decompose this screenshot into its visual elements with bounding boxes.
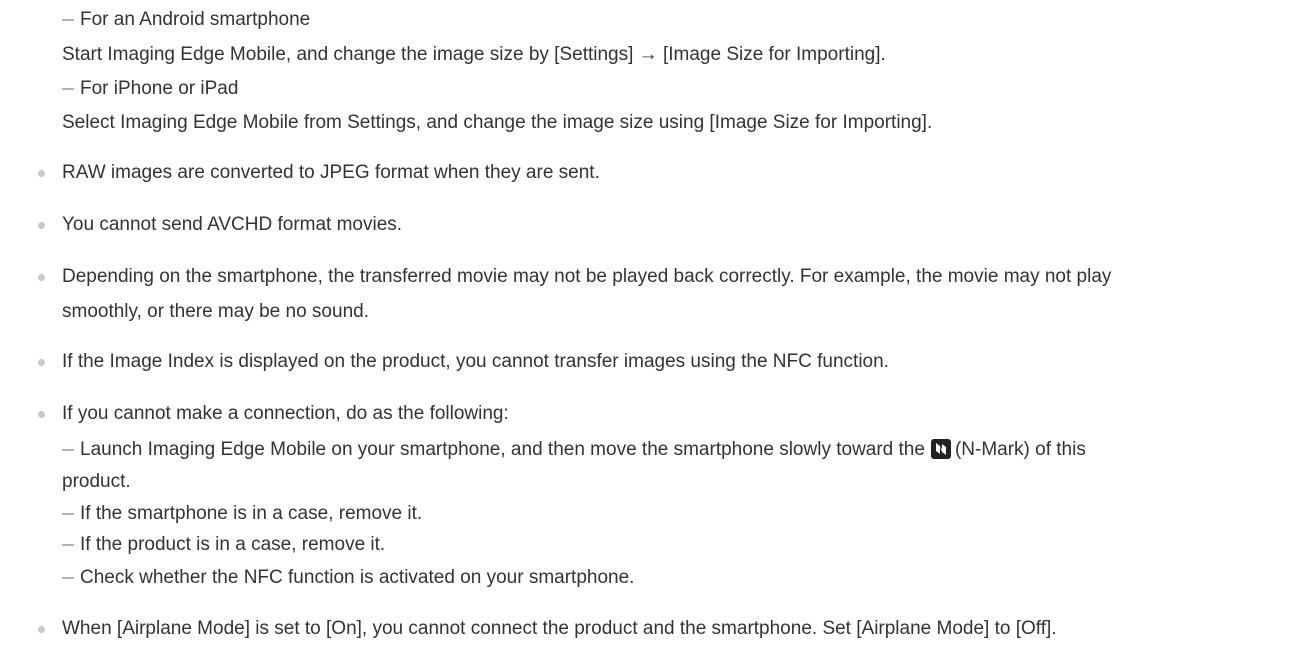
bullet-icon bbox=[38, 359, 45, 366]
tip-text: If the smartphone is in a case, remove i… bbox=[80, 503, 423, 524]
note-text: You cannot send AVCHD format movies. bbox=[62, 214, 403, 235]
dash-marker bbox=[62, 577, 74, 579]
dash-marker bbox=[62, 513, 74, 515]
note-text: RAW images are converted to JPEG format … bbox=[62, 162, 600, 183]
tip-text: Launch Imaging Edge Mobile on your smart… bbox=[80, 439, 925, 460]
bullet-icon bbox=[38, 626, 45, 633]
tip-text-suffix: (N-Mark) of this bbox=[954, 439, 1086, 460]
bullet-icon bbox=[38, 274, 45, 281]
n-mark-icon bbox=[930, 439, 951, 459]
dash-marker bbox=[62, 449, 74, 451]
note-text: Depending on the smartphone, the transfe… bbox=[62, 266, 1112, 287]
help-page: For an Android smartphone Start Imaging … bbox=[0, 0, 1304, 654]
sub-item-detail: Select Imaging Edge Mobile from Settings… bbox=[62, 112, 933, 133]
dash-marker bbox=[62, 544, 74, 546]
note-text: If the Image Index is displayed on the p… bbox=[62, 351, 889, 372]
sub-item-detail: Start Imaging Edge Mobile, and change th… bbox=[62, 44, 886, 65]
bullet-icon bbox=[38, 170, 45, 177]
dash-marker bbox=[62, 88, 74, 90]
tip-text: Check whether the NFC function is activa… bbox=[80, 567, 635, 588]
dash-marker bbox=[62, 19, 74, 21]
sub-item-label: For an Android smartphone bbox=[80, 9, 311, 30]
note-text: If you cannot make a connection, do as t… bbox=[62, 403, 509, 424]
note-text: smoothly, or there may be no sound. bbox=[62, 301, 369, 322]
bullet-icon bbox=[38, 411, 45, 418]
note-text: When [Airplane Mode] is set to [On], you… bbox=[62, 618, 1057, 639]
tip-text: If the product is in a case, remove it. bbox=[80, 534, 386, 555]
bullet-icon bbox=[38, 222, 45, 229]
tip-text-continued: product. bbox=[62, 471, 131, 492]
sub-item-label: For iPhone or iPad bbox=[80, 78, 239, 99]
